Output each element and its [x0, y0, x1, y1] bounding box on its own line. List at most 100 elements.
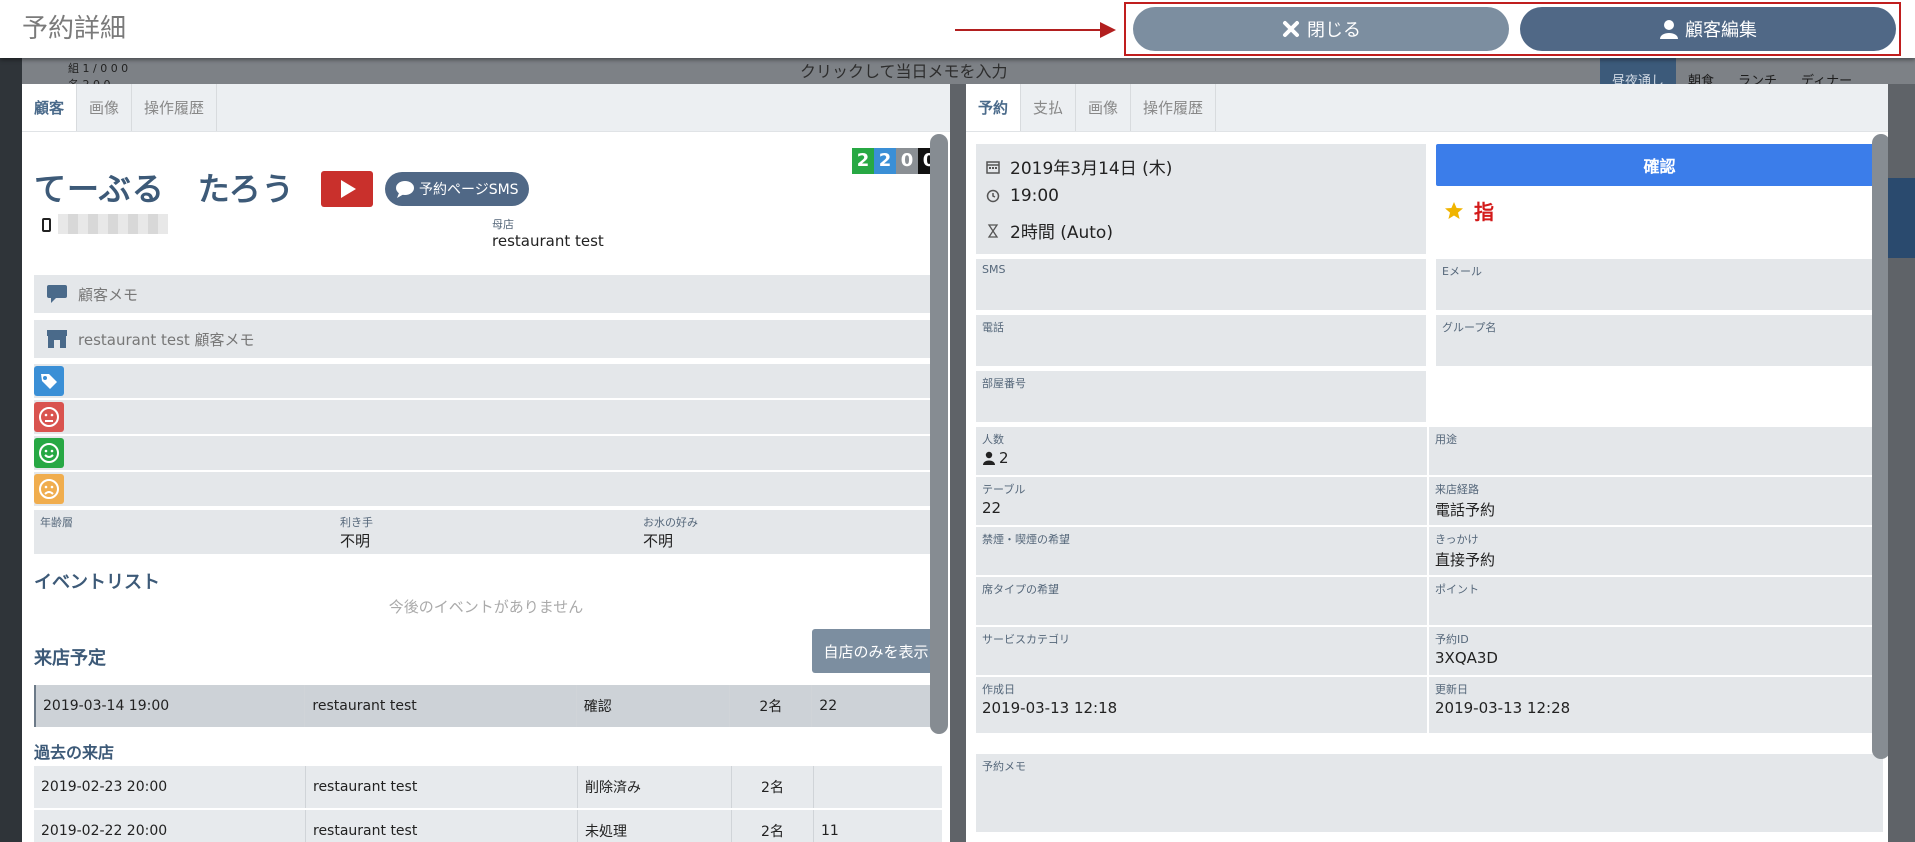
reservation-date: 2019年3月14日 (木)	[1010, 159, 1173, 179]
updated-field: 更新日 2019-03-13 12:28	[1427, 677, 1878, 733]
reservation-duration: 2時間 (Auto)	[1010, 223, 1113, 243]
customer-memo-row[interactable]: 顧客メモ	[34, 275, 942, 313]
designation-line: 指	[1444, 196, 1494, 225]
right-scrollbar[interactable]	[1872, 134, 1888, 759]
play-button[interactable]	[321, 171, 373, 207]
sad-face-icon	[34, 474, 64, 504]
home-store-label: 母店	[492, 218, 514, 231]
own-store-only-button[interactable]: 自店のみを表示	[812, 629, 940, 673]
calendar-icon	[986, 160, 1000, 174]
caution-row[interactable]	[34, 472, 942, 506]
updated-label: 更新日	[1435, 683, 1468, 696]
hand-cell: 利き手 不明	[340, 514, 373, 551]
sms-label: SMS	[982, 263, 1006, 276]
room-number-field[interactable]: 部屋番号	[976, 371, 1426, 422]
home-store-value: restaurant test	[492, 232, 604, 250]
water-label: お水の好み	[643, 516, 698, 529]
home-store: 母店 restaurant test	[492, 216, 604, 250]
reservation-tabs: 予約 支払 画像 操作履歴	[966, 84, 1888, 132]
date-line: 2019年3月14日 (木)	[986, 154, 1172, 179]
phone-label: 電話	[982, 321, 1004, 334]
time-line: 19:00	[986, 186, 1059, 206]
phone-number-redacted	[58, 214, 168, 234]
reservation-id-value: 3XQA3D	[1435, 649, 1498, 667]
route-field[interactable]: 来店経路 電話予約	[1427, 477, 1878, 525]
reservation-id-field: 予約ID 3XQA3D	[1427, 627, 1878, 675]
people-value-wrap: 2	[982, 449, 1009, 467]
updated-value: 2019-03-13 12:28	[1435, 699, 1571, 717]
status-confirm-button[interactable]: 確認	[1436, 144, 1883, 186]
reservation-id-label: 予約ID	[1435, 633, 1469, 646]
created-value: 2019-03-13 12:18	[982, 699, 1118, 717]
point-field[interactable]: ポイント	[1427, 577, 1878, 625]
age-label: 年齢層	[40, 516, 73, 529]
tab-images[interactable]: 画像	[77, 84, 133, 131]
people-value: 2	[999, 449, 1009, 467]
reservation-memo-field[interactable]: 予約メモ	[976, 754, 1883, 832]
tab-history[interactable]: 操作履歴	[132, 84, 218, 131]
visit-people: 2名	[730, 685, 813, 727]
service-category-field[interactable]: サービスカテゴリ	[976, 627, 1427, 675]
service-category-label: サービスカテゴリ	[982, 633, 1070, 646]
store-memo-row[interactable]: restaurant test 顧客メモ	[34, 320, 942, 358]
visit-datetime: 2019-03-14 19:00	[36, 685, 306, 727]
phone-icon	[42, 218, 51, 232]
people-label: 人数	[982, 433, 1004, 446]
seat-type-field[interactable]: 席タイプの希望	[976, 577, 1427, 625]
sms-page-button[interactable]: 予約ページSMS	[385, 172, 529, 206]
smoking-field[interactable]: 禁煙・喫煙の希望	[976, 527, 1427, 575]
table-row[interactable]: 2019-02-23 20:00 restaurant test 削除済み 2名	[34, 766, 942, 808]
smoking-trigger-row: 禁煙・喫煙の希望 きっかけ 直接予約	[976, 527, 1878, 575]
email-field[interactable]: Eメール	[1436, 259, 1883, 310]
left-scrollbar[interactable]	[930, 134, 948, 734]
tab-reservation[interactable]: 予約	[966, 84, 1022, 131]
badge-blue: 2	[874, 148, 896, 174]
comment-icon	[47, 285, 67, 303]
clock-icon	[986, 189, 1000, 203]
visit-datetime: 2019-02-23 20:00	[34, 766, 306, 808]
background-memo-hint: クリックして当日メモを入力	[800, 62, 1008, 81]
visit-people: 2名	[732, 810, 814, 842]
table-route-row: テーブル 22 来店経路 電話予約	[976, 477, 1878, 525]
visit-table: 22	[819, 698, 838, 714]
designation-mark: 指	[1474, 200, 1494, 224]
tab-images[interactable]: 画像	[1076, 84, 1132, 131]
customer-attributes: 年齢層 利き手 不明 お水の好み 不明	[34, 510, 942, 554]
upcoming-title: 来店予定	[34, 648, 106, 669]
customer-memo-label: 顧客メモ	[78, 285, 139, 304]
seat-point-row: 席タイプの希望 ポイント	[976, 577, 1878, 625]
visit-datetime: 2019-02-22 20:00	[34, 810, 306, 842]
tab-payment[interactable]: 支払	[1021, 84, 1077, 131]
tab-customer[interactable]: 顧客	[22, 84, 78, 131]
tag-row[interactable]	[34, 364, 942, 398]
background-left-nav	[0, 58, 22, 842]
like-row[interactable]	[34, 436, 942, 470]
table-field[interactable]: テーブル 22	[976, 477, 1427, 525]
badge-gray: 0	[896, 148, 918, 174]
edit-customer-button[interactable]: 顧客編集	[1520, 7, 1896, 51]
phone-field[interactable]: 電話	[976, 315, 1426, 366]
sms-field[interactable]: SMS	[976, 259, 1426, 310]
people-field[interactable]: 人数 2	[976, 427, 1427, 475]
point-label: ポイント	[1435, 583, 1479, 596]
close-button[interactable]: 閉じる	[1133, 7, 1509, 51]
trigger-label: きっかけ	[1435, 533, 1479, 546]
hand-label: 利き手	[340, 516, 373, 529]
page-title: 予約詳細	[22, 14, 127, 44]
purpose-field[interactable]: 用途	[1427, 427, 1878, 475]
trigger-field[interactable]: きっかけ 直接予約	[1427, 527, 1878, 575]
datetime-box[interactable]: 2019年3月14日 (木) 19:00 2時間 (Auto)	[976, 144, 1426, 254]
dislike-row[interactable]	[34, 400, 942, 434]
event-list-title: イベントリスト	[34, 572, 160, 593]
user-icon	[1660, 20, 1678, 39]
group-name-field[interactable]: グループ名	[1436, 315, 1883, 366]
tab-history[interactable]: 操作履歴	[1131, 84, 1217, 131]
visit-status: 未処理	[578, 810, 732, 842]
table-row[interactable]: 2019-02-22 20:00 restaurant test 未処理 2名 …	[34, 810, 942, 842]
room-number-label: 部屋番号	[982, 377, 1026, 390]
star-icon	[1445, 201, 1463, 219]
past-visits-title: 過去の来店	[34, 743, 115, 762]
table-label: テーブル	[982, 483, 1026, 496]
service-id-row: サービスカテゴリ 予約ID 3XQA3D	[976, 627, 1878, 675]
table-row[interactable]: 2019-03-14 19:00 restaurant test 確認 2名 2…	[34, 685, 942, 727]
